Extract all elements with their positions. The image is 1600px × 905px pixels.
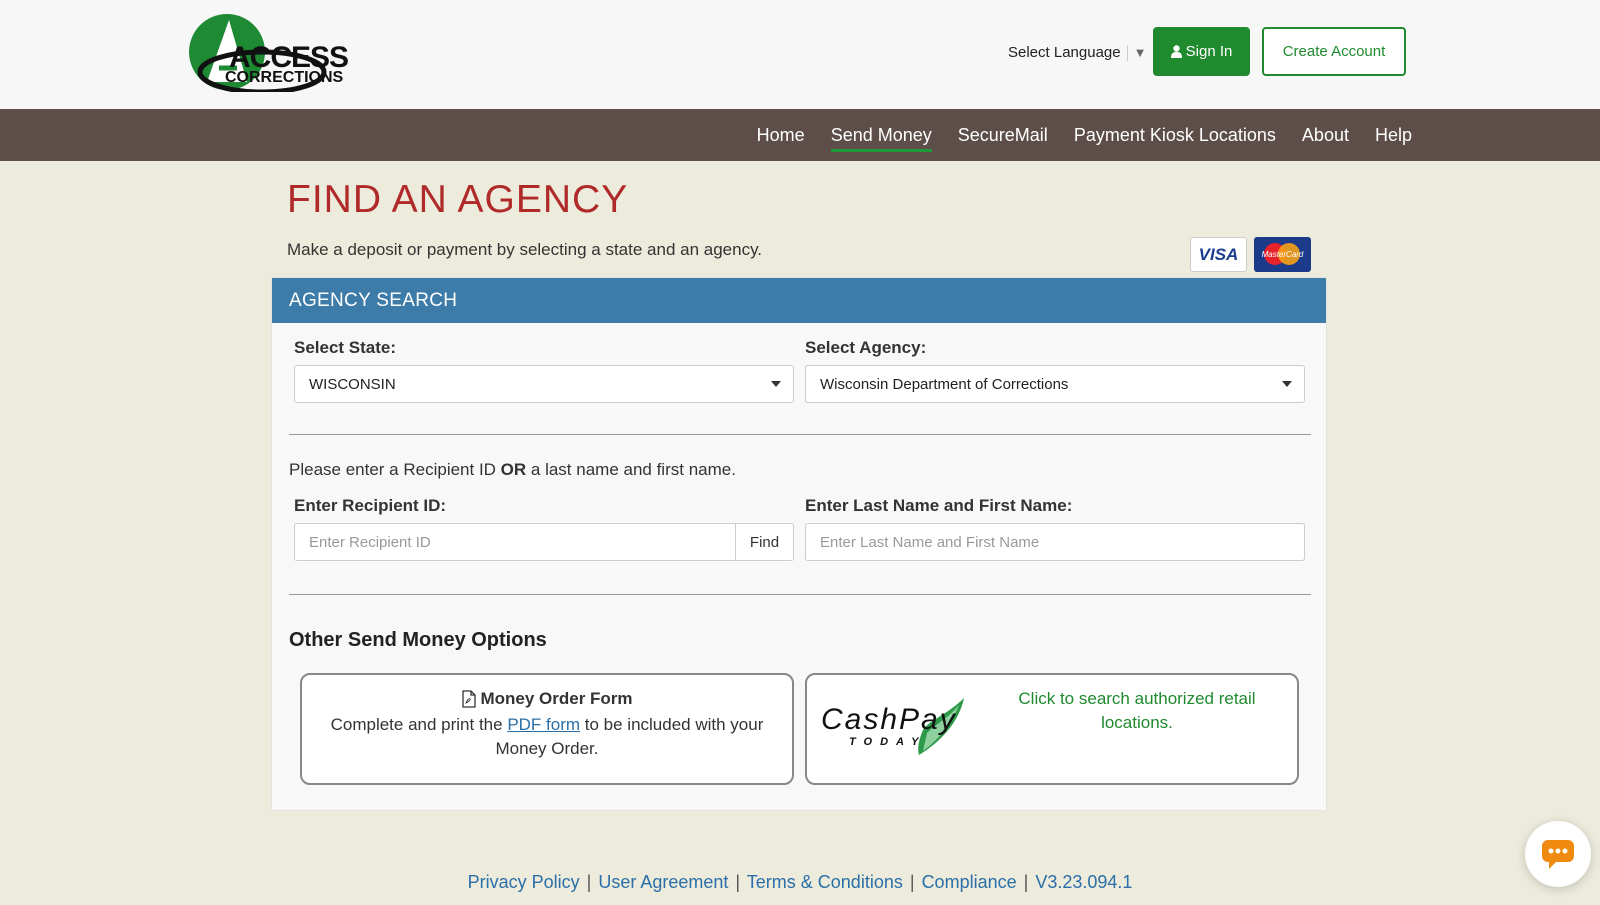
find-button[interactable]: Find: [735, 523, 794, 561]
footer-terms-conditions[interactable]: Terms & Conditions: [747, 872, 903, 892]
svg-text:CORRECTIONS: CORRECTIONS: [225, 69, 344, 86]
caret-down-icon: ▼: [1133, 45, 1147, 60]
agency-search-panel: AGENCY SEARCH Select State: WISCONSIN Se…: [271, 277, 1327, 811]
chat-button[interactable]: [1525, 821, 1591, 887]
visa-text: VISA: [1198, 244, 1239, 264]
site-header: ACCESS CORRECTIONS Select Language ▼ Sig…: [0, 0, 1600, 109]
find-label: Find: [749, 533, 780, 551]
chevron-down-icon: [771, 381, 781, 387]
user-icon: [1170, 45, 1182, 58]
footer-separator: |: [1023, 872, 1029, 892]
recipient-id-label: Enter Recipient ID:: [294, 496, 447, 515]
name-placeholder: Enter Last Name and First Name: [820, 533, 1040, 551]
instruction-or: OR: [500, 460, 527, 479]
pdf-file-icon: [462, 690, 477, 708]
state-select[interactable]: WISCONSIN: [294, 365, 794, 403]
cashpay-today-logo: CashPay TODAY: [819, 693, 969, 763]
mastercard-icon: MasterCard: [1254, 237, 1311, 272]
agency-select-value: Wisconsin Department of Corrections: [820, 375, 1069, 393]
language-label: Select Language: [1008, 44, 1121, 61]
state-select-value: WISCONSIN: [309, 375, 396, 393]
recipient-id-input[interactable]: Enter Recipient ID: [294, 523, 736, 561]
language-selector[interactable]: Select Language ▼: [1008, 44, 1146, 61]
main-nav: Home Send Money SecureMail Payment Kiosk…: [0, 109, 1600, 161]
money-order-text-before: Complete and print the: [330, 715, 508, 734]
create-account-button[interactable]: Create Account: [1262, 27, 1406, 76]
access-corrections-logo[interactable]: ACCESS CORRECTIONS: [187, 12, 362, 92]
page-title: FIND AN AGENCY: [287, 178, 629, 221]
money-order-description: Complete and print the PDF form to be in…: [318, 713, 776, 761]
agency-select[interactable]: Wisconsin Department of Corrections: [805, 365, 1305, 403]
footer-version: V3.23.094.1: [1035, 872, 1133, 892]
state-label: Select State:: [294, 338, 397, 357]
nav-item-send-money[interactable]: Send Money: [830, 125, 932, 152]
sign-in-label: Sign In: [1185, 43, 1233, 60]
instruction-prefix: Please enter a Recipient ID: [289, 460, 501, 479]
footer-separator: |: [586, 872, 592, 892]
nav-item-help[interactable]: Help: [1375, 125, 1412, 146]
pdf-form-link[interactable]: PDF form: [507, 715, 580, 734]
agency-label: Select Agency:: [805, 338, 927, 357]
visa-card-icon: VISA: [1190, 237, 1247, 272]
footer-compliance[interactable]: Compliance: [922, 872, 1017, 892]
money-order-title-text: Money Order Form: [480, 689, 633, 708]
footer-separator: |: [909, 872, 915, 892]
nav-item-about[interactable]: About: [1302, 125, 1349, 146]
money-order-option[interactable]: Money Order Form Complete and print the …: [300, 673, 794, 785]
nav-item-securemail[interactable]: SecureMail: [958, 125, 1048, 146]
mastercard-text: MasterCard: [1261, 250, 1304, 259]
name-input[interactable]: Enter Last Name and First Name: [805, 523, 1305, 561]
nav-item-home[interactable]: Home: [757, 125, 805, 146]
cashpay-sub-text: TODAY: [849, 736, 927, 748]
nav-item-payment-kiosk-locations[interactable]: Payment Kiosk Locations: [1074, 125, 1276, 146]
page-subtitle: Make a deposit or payment by selecting a…: [287, 240, 763, 259]
agency-search-header: AGENCY SEARCH: [272, 278, 1326, 323]
cashpay-search-link[interactable]: Click to search authorized retail locati…: [997, 687, 1277, 735]
search-instructions: Please enter a Recipient ID OR a last na…: [289, 460, 736, 480]
cashpay-option[interactable]: CashPay TODAY Click to search authorized…: [805, 673, 1299, 785]
chat-bubble-icon: [1542, 840, 1574, 869]
footer-separator: |: [735, 872, 741, 892]
divider: [289, 434, 1311, 435]
sign-in-button[interactable]: Sign In: [1153, 27, 1250, 76]
divider: [289, 594, 1311, 595]
other-options-title: Other Send Money Options: [289, 629, 547, 651]
instruction-suffix: a last name and first name.: [526, 460, 736, 479]
footer-user-agreement[interactable]: User Agreement: [598, 872, 728, 892]
money-order-title: Money Order Form: [302, 689, 792, 709]
create-account-label: Create Account: [1282, 43, 1386, 60]
recipient-id-placeholder: Enter Recipient ID: [309, 533, 431, 551]
chevron-down-icon: [1282, 381, 1292, 387]
language-divider: [1126, 44, 1128, 61]
footer-links: Privacy Policy | User Agreement | Terms …: [0, 872, 1600, 893]
name-label: Enter Last Name and First Name:: [805, 496, 1073, 515]
cashpay-main-text: CashPay: [821, 703, 957, 736]
footer-privacy-policy[interactable]: Privacy Policy: [468, 872, 580, 892]
